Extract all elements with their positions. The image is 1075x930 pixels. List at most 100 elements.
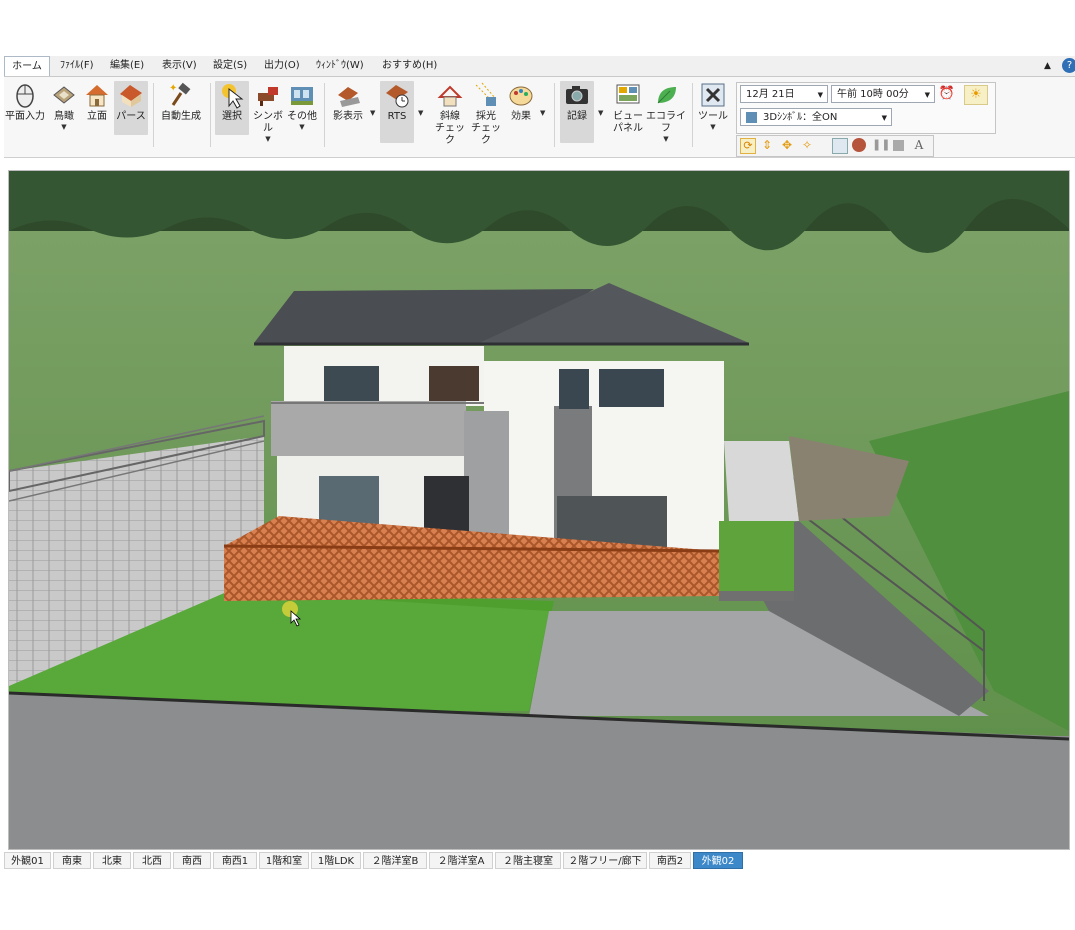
menu-tab-edit[interactable]: 編集(E) <box>110 56 144 76</box>
perspective-button[interactable]: パース <box>114 81 148 135</box>
symbol-mode-select[interactable]: 3Dｼﾝﾎﾞﾙ：全ON ▼ <box>740 108 892 126</box>
collapse-ribbon-icon[interactable]: ▲ <box>1044 56 1051 76</box>
svg-text:✦: ✦ <box>169 83 177 94</box>
shadow-display-button[interactable]: 影表示 <box>328 81 368 123</box>
move-cross-icon[interactable]: ✥ <box>780 138 794 152</box>
panel-label: パネル <box>613 123 643 134</box>
tab-southwest2[interactable]: 南西2 <box>649 852 691 869</box>
shadow-house-icon <box>338 87 360 107</box>
chevron-down-icon: ▼ <box>710 123 716 131</box>
text-annotation-icon[interactable]: A <box>912 138 926 152</box>
other-symbols-icon <box>291 87 313 105</box>
tab-2f-room-b[interactable]: ２階洋室B <box>363 852 427 869</box>
rts-clock-icon <box>386 85 409 108</box>
menu-bar: ホーム ﾌｧｲﾙ(F) 編集(E) 表示(V) 設定(S) 出力(O) ｳｨﾝﾄ… <box>4 56 1075 77</box>
tab-2f-room-a[interactable]: ２階洋室A <box>429 852 493 869</box>
other-button[interactable]: その他 ▼ <box>286 81 318 131</box>
chevron-down-icon: ▼ <box>817 91 823 99</box>
view-panel-button[interactable]: ビュー パネル <box>610 81 646 135</box>
perspective-3d-view[interactable] <box>8 170 1070 850</box>
birdseye-label: 鳥瞰 <box>54 111 74 122</box>
elevation-button[interactable]: 立面 <box>82 81 112 123</box>
tool-label: ツール <box>698 111 728 122</box>
eco-life-button[interactable]: エコライフ ▼ <box>646 81 686 143</box>
view-panel-icon <box>616 84 640 104</box>
mouse-icon <box>16 84 34 108</box>
palette-icon <box>509 86 533 106</box>
menu-tab-recommend[interactable]: おすすめ(H) <box>382 56 437 76</box>
perspective-label: パース <box>116 111 146 122</box>
chevron-down-icon: ▼ <box>663 135 669 143</box>
symbol-button[interactable]: シンボル ▼ <box>250 81 286 143</box>
ribbon-separator <box>324 83 325 147</box>
tab-exterior02[interactable]: 外観02 <box>693 852 743 869</box>
alarm-clock-icon[interactable]: ⏰ <box>938 85 956 103</box>
menu-tab-output[interactable]: 出力(O) <box>264 56 300 76</box>
tab-2f-free-hallway[interactable]: ２階フリー/廊下 <box>563 852 647 869</box>
plan-input-button[interactable]: 平面入力 <box>4 81 46 123</box>
tab-1f-ldk[interactable]: 1階LDK <box>311 852 361 869</box>
ribbon-separator <box>554 83 555 147</box>
time-select[interactable]: 午前 10時 00分 ▼ <box>831 85 935 103</box>
camera-icon <box>566 86 588 104</box>
slant-check-button[interactable]: 斜線 チェック <box>432 81 468 147</box>
chevron-down-icon[interactable]: ▼ <box>418 109 423 117</box>
menu-tab-window[interactable]: ｳｨﾝﾄﾞｳ(W) <box>316 56 364 76</box>
date-select[interactable]: 12月 21日 ▼ <box>740 85 828 103</box>
birdseye-button[interactable]: 鳥瞰 ▼ <box>48 81 80 131</box>
chevron-down-icon: ▼ <box>61 123 67 131</box>
rotate-icon[interactable]: ⟳ <box>740 138 756 154</box>
chevron-down-icon[interactable]: ▼ <box>370 109 375 117</box>
house-elevation-icon <box>86 85 108 107</box>
tab-northeast[interactable]: 北東 <box>93 852 131 869</box>
daylight-icon <box>475 82 497 106</box>
rts-button[interactable]: RTS <box>380 81 414 143</box>
effect-button[interactable]: 効果 <box>504 81 538 123</box>
menu-tab-settings[interactable]: 設定(S) <box>213 56 247 76</box>
symbol-furniture-icon <box>258 87 278 106</box>
sun-icon[interactable]: ☀ <box>964 85 988 105</box>
shadow-label: 影表示 <box>333 111 363 122</box>
tab-exterior01[interactable]: 外観01 <box>4 852 51 869</box>
daylight-check-button[interactable]: 採光 チェック <box>468 81 504 147</box>
time-value: 午前 10時 00分 <box>837 89 909 100</box>
tab-southwest[interactable]: 南西 <box>173 852 211 869</box>
pause-icon[interactable]: ❚❚ <box>872 138 890 152</box>
slant-line-icon <box>437 85 463 107</box>
move-vertical-icon[interactable]: ⇕ <box>760 138 774 152</box>
tab-southwest1[interactable]: 南西1 <box>213 852 257 869</box>
help-icon[interactable]: ? <box>1062 58 1075 73</box>
select-label: 選択 <box>222 111 242 122</box>
stop-icon[interactable] <box>893 140 904 151</box>
chevron-down-icon[interactable]: ▼ <box>540 109 545 117</box>
auto-generate-label: 自動生成 <box>161 111 201 122</box>
ribbon-separator <box>210 83 211 147</box>
tab-southeast[interactable]: 南東 <box>53 852 91 869</box>
tab-1f-japanese-room[interactable]: 1階和室 <box>259 852 309 869</box>
auto-generate-button[interactable]: ✦ 自動生成 <box>158 81 204 123</box>
menu-tab-file[interactable]: ﾌｧｲﾙ(F) <box>60 56 94 76</box>
symbol-mode-icon <box>746 112 757 123</box>
slant-line-label: 斜線 <box>440 111 460 122</box>
symbol-label: シンボル <box>253 111 283 134</box>
eco-life-label: エコライフ <box>646 111 686 134</box>
record-button[interactable]: 記録 <box>560 81 594 143</box>
tab-northwest[interactable]: 北西 <box>133 852 171 869</box>
cursor-select-icon <box>222 84 244 109</box>
chevron-down-icon[interactable]: ▼ <box>598 109 603 117</box>
house-rendering-scene <box>9 171 1069 849</box>
other-label: その他 <box>287 111 317 122</box>
daylight-check-label: チェック <box>471 123 501 146</box>
record-frame-icon[interactable] <box>832 138 848 154</box>
record-dot-icon[interactable] <box>852 138 866 152</box>
symbol-mode-value: 3Dｼﾝﾎﾞﾙ：全ON <box>763 112 838 123</box>
menu-tab-home[interactable]: ホーム <box>4 56 50 76</box>
view-label: ビュー <box>613 111 643 122</box>
menu-tab-view[interactable]: 表示(V) <box>162 56 197 76</box>
tool-button[interactable]: ツール ▼ <box>696 81 730 131</box>
select-button[interactable]: 選択 <box>215 81 249 135</box>
date-value: 12月 21日 <box>746 89 795 100</box>
chevron-down-icon: ▼ <box>265 135 271 143</box>
move-free-icon[interactable]: ✧ <box>800 138 814 152</box>
tab-2f-master-bedroom[interactable]: ２階主寝室 <box>495 852 561 869</box>
